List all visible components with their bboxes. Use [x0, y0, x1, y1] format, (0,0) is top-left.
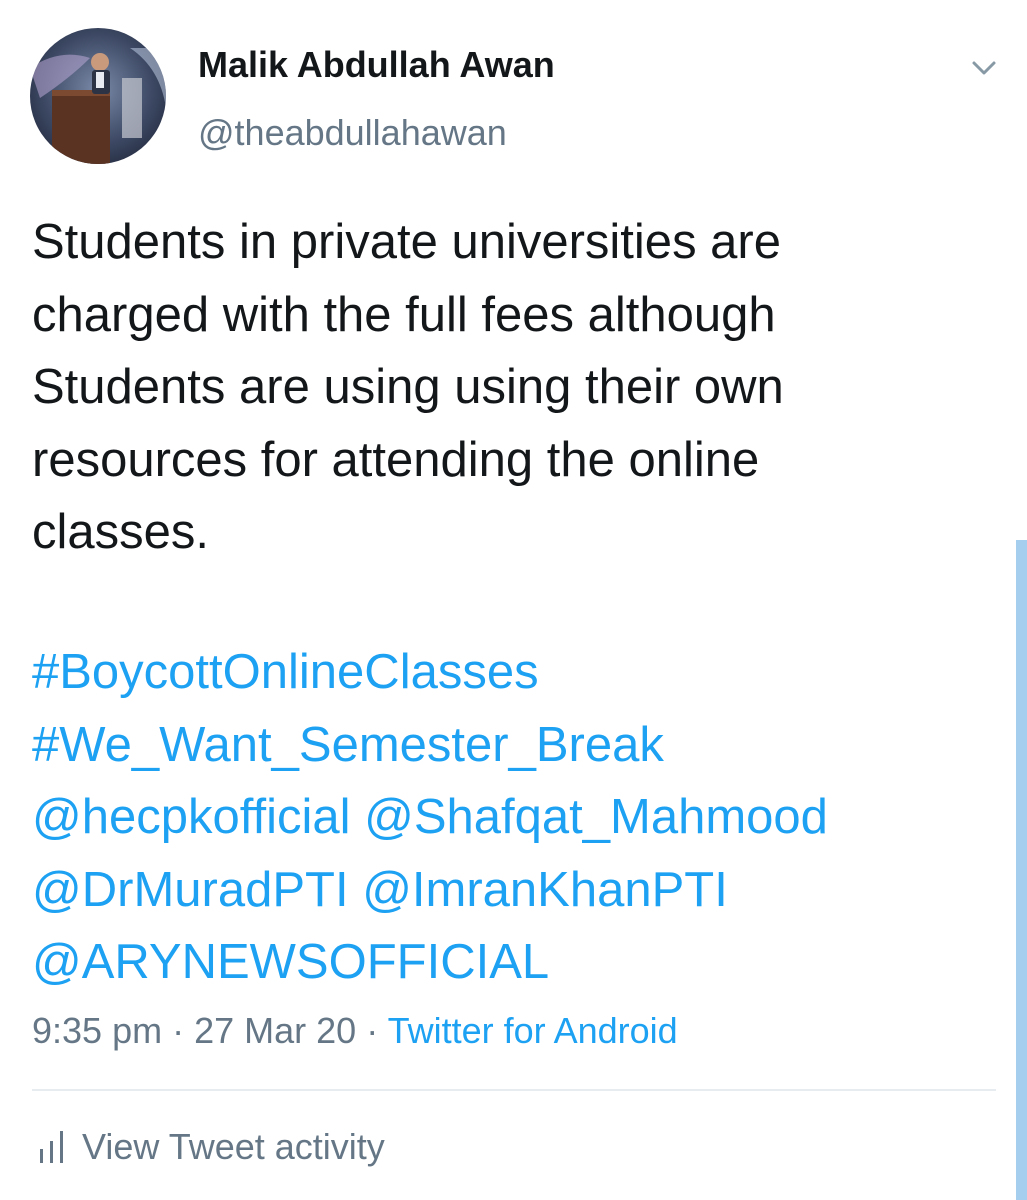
avatar-photo — [30, 28, 166, 164]
mention-link[interactable]: @Shafqat_Mahmood — [364, 790, 828, 844]
hashtag-link[interactable]: #We_Want_Semester_Break — [32, 718, 664, 772]
tweet-text-line: charged with the full fees although — [32, 287, 776, 342]
chevron-down-icon[interactable] — [966, 52, 1002, 84]
mention-link[interactable]: @hecpkofficial — [32, 790, 351, 844]
avatar[interactable] — [30, 28, 166, 164]
view-tweet-activity-button[interactable]: View Tweet activity — [32, 1122, 385, 1172]
tweet-text: Students in private universities are cha… — [32, 206, 982, 569]
meta-separator: · — [366, 1010, 379, 1051]
stats-bars-icon — [40, 1131, 63, 1163]
tweet-time: 9:35 pm — [32, 1010, 163, 1051]
tweet-text-line: classes. — [32, 505, 210, 559]
tweet-meta: 9:35 pm · 27 Mar 20 · Twitter for Androi… — [32, 1010, 678, 1052]
tweet-tags: #BoycottOnlineClasses #We_Want_Semester_… — [32, 636, 1012, 999]
hashtag-link[interactable]: #BoycottOnlineClasses — [32, 645, 539, 699]
mention-link[interactable]: @DrMuradPTI — [32, 863, 349, 917]
scrollbar[interactable] — [1016, 540, 1027, 1200]
mention-link[interactable]: @ImranKhanPTI — [362, 863, 728, 917]
tweet-text-line: Students in private universities are — [32, 215, 781, 269]
tweet-source-link[interactable]: Twitter for Android — [388, 1010, 678, 1051]
author-handle[interactable]: @theabdullahawan — [198, 112, 507, 154]
tweet-text-line: Students are using using their own — [32, 360, 784, 414]
tweet-date: 27 Mar 20 — [194, 1010, 357, 1051]
author-display-name[interactable]: Malik Abdullah Awan — [198, 44, 555, 86]
tweet-text-line: resources for attending the online — [32, 432, 760, 487]
mention-link[interactable]: @ARYNEWSOFFICIAL — [32, 935, 549, 989]
meta-separator: · — [172, 1010, 185, 1051]
divider — [32, 1089, 996, 1091]
view-tweet-activity-label: View Tweet activity — [82, 1126, 385, 1167]
